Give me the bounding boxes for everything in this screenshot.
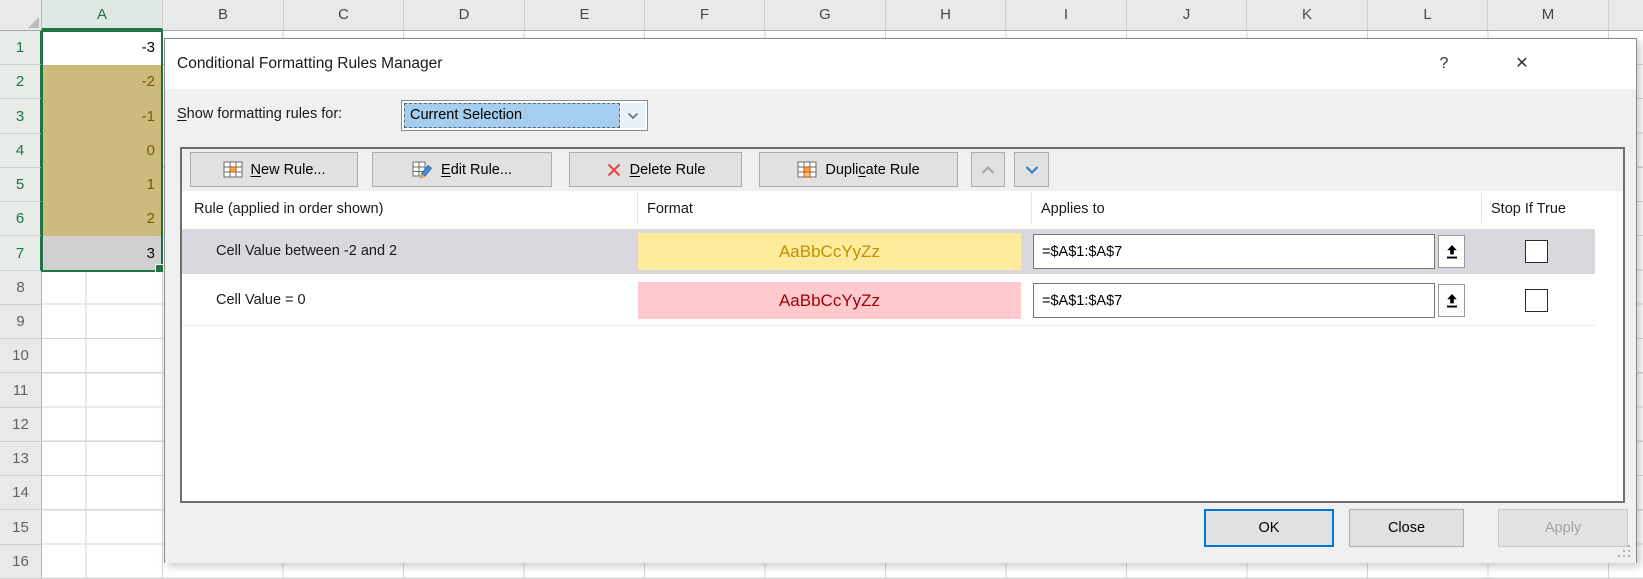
cell-a6[interactable]: 2: [42, 202, 162, 236]
column-header-f[interactable]: F: [645, 0, 765, 30]
new-rule-table-icon: [223, 161, 243, 179]
delete-rule-label: Delete Rule: [630, 162, 706, 178]
cell-a4[interactable]: 0: [42, 134, 162, 168]
rules-toolbar: New Rule... Edit Rule... Delete Rule: [182, 149, 1623, 191]
apply-button[interactable]: Apply: [1498, 509, 1628, 547]
row-header-16[interactable]: 16: [0, 545, 42, 579]
column-header-g[interactable]: G: [765, 0, 886, 30]
applies-to-input[interactable]: [1033, 234, 1435, 269]
format-preview: AaBbCcYyZz: [638, 233, 1021, 270]
header-format: Format: [647, 191, 693, 227]
row-header-8[interactable]: 8: [0, 271, 42, 305]
row-header-12[interactable]: 12: [0, 408, 42, 442]
collapse-dialog-range-picker-button[interactable]: [1438, 235, 1465, 268]
column-header-strip: A B C D E F G H I J K L M: [0, 0, 1643, 31]
edit-rule-button[interactable]: Edit Rule...: [372, 152, 552, 187]
delete-rule-button[interactable]: Delete Rule: [569, 152, 742, 187]
row-header-11[interactable]: 11: [0, 373, 42, 408]
column-header-j[interactable]: J: [1127, 0, 1247, 30]
column-header-b[interactable]: B: [163, 0, 284, 30]
row-header-10[interactable]: 10: [0, 339, 42, 373]
duplicate-rule-label: Duplicate Rule: [825, 162, 919, 178]
close-icon[interactable]: ✕: [1500, 49, 1544, 79]
column-header-m[interactable]: M: [1488, 0, 1609, 30]
header-rule: Rule (applied in order shown): [194, 191, 383, 227]
ok-button[interactable]: OK: [1204, 509, 1334, 547]
conditional-formatting-rules-manager-dialog: Conditional Formatting Rules Manager ? ✕…: [164, 38, 1637, 563]
select-all-triangle-icon: [28, 17, 39, 28]
column-header-h[interactable]: H: [886, 0, 1006, 30]
column-header-k[interactable]: K: [1247, 0, 1368, 30]
column-divider: [1031, 193, 1032, 223]
column-header-c[interactable]: C: [284, 0, 404, 30]
chevron-up-icon: [980, 165, 996, 175]
row-header-14[interactable]: 14: [0, 476, 42, 510]
row-header-9[interactable]: 9: [0, 305, 42, 339]
applies-to-input[interactable]: [1033, 283, 1435, 318]
fill-handle[interactable]: [155, 264, 164, 273]
rules-list-header: Rule (applied in order shown) Format App…: [182, 191, 1623, 227]
rule-name: Cell Value = 0: [216, 278, 306, 323]
row-header-13[interactable]: 13: [0, 442, 42, 476]
column-header-l[interactable]: L: [1368, 0, 1488, 30]
move-rule-up-button[interactable]: [971, 152, 1005, 187]
dialog-footer: OK Close Apply: [165, 504, 1636, 563]
dialog-title: Conditional Formatting Rules Manager: [177, 39, 442, 89]
stop-if-true-checkbox[interactable]: [1525, 240, 1548, 263]
new-rule-label: New Rule...: [251, 162, 326, 178]
row-header-5[interactable]: 5: [0, 168, 42, 202]
chevron-down-icon: [1024, 165, 1040, 175]
cell-a7[interactable]: 3: [42, 236, 162, 271]
row-header-3[interactable]: 3: [0, 99, 42, 134]
collapse-arrow-icon: [1445, 293, 1459, 309]
header-stop-if-true: Stop If True: [1491, 191, 1566, 227]
new-rule-button[interactable]: New Rule...: [190, 152, 358, 187]
dialog-titlebar[interactable]: Conditional Formatting Rules Manager ? ✕: [165, 39, 1636, 89]
row-header-1[interactable]: 1: [0, 31, 42, 65]
rule-name: Cell Value between -2 and 2: [216, 229, 397, 274]
duplicate-rule-table-icon: [797, 161, 817, 179]
show-rules-accesskey: S: [177, 106, 187, 122]
help-button[interactable]: ?: [1427, 49, 1461, 79]
row-divider: [182, 325, 1595, 326]
row-header-7[interactable]: 7: [0, 236, 42, 271]
column-divider: [1481, 193, 1482, 223]
column-header-a[interactable]: A: [42, 0, 163, 30]
header-applies-to: Applies to: [1041, 191, 1105, 227]
collapse-dialog-range-picker-button[interactable]: [1438, 284, 1465, 317]
row-header-6[interactable]: 6: [0, 202, 42, 236]
resize-grip[interactable]: [1618, 545, 1631, 558]
column-header-d[interactable]: D: [404, 0, 525, 30]
show-rules-dropdown[interactable]: Current Selection: [401, 100, 648, 131]
select-all-corner[interactable]: [0, 0, 42, 30]
edit-rule-label: Edit Rule...: [441, 162, 512, 178]
rules-list-frame: New Rule... Edit Rule... Delete Rule: [180, 147, 1625, 503]
duplicate-rule-button[interactable]: Duplicate Rule: [759, 152, 958, 187]
cell-a1[interactable]: -3: [42, 31, 162, 65]
move-rule-down-button[interactable]: [1014, 152, 1049, 187]
column-header-e[interactable]: E: [525, 0, 645, 30]
row-header-15[interactable]: 15: [0, 510, 42, 545]
show-rules-dropdown-value: Current Selection: [404, 103, 620, 128]
format-preview: AaBbCcYyZz: [638, 282, 1021, 319]
rule-row-2[interactable]: Cell Value = 0 AaBbCcYyZz: [182, 278, 1595, 323]
column-divider: [637, 193, 638, 223]
show-rules-label: Show formatting rules for:: [177, 97, 342, 131]
show-rules-label-rest: how formatting rules for:: [187, 106, 343, 122]
column-header-i[interactable]: I: [1006, 0, 1127, 30]
stop-if-true-checkbox[interactable]: [1525, 289, 1548, 312]
collapse-arrow-icon: [1445, 244, 1459, 260]
dropdown-arrow-button[interactable]: [621, 103, 645, 128]
rule-row-1[interactable]: Cell Value between -2 and 2 AaBbCcYyZz: [182, 229, 1595, 274]
row-header-4[interactable]: 4: [0, 134, 42, 168]
cell-a3[interactable]: -1: [42, 99, 162, 134]
chevron-down-icon: [627, 112, 639, 120]
row-header-2[interactable]: 2: [0, 65, 42, 99]
edit-rule-pencil-icon: [412, 161, 433, 179]
close-button[interactable]: Close: [1349, 509, 1464, 547]
cell-a5[interactable]: 1: [42, 168, 162, 202]
cell-a2[interactable]: -2: [42, 65, 162, 99]
delete-x-icon: [606, 162, 622, 178]
